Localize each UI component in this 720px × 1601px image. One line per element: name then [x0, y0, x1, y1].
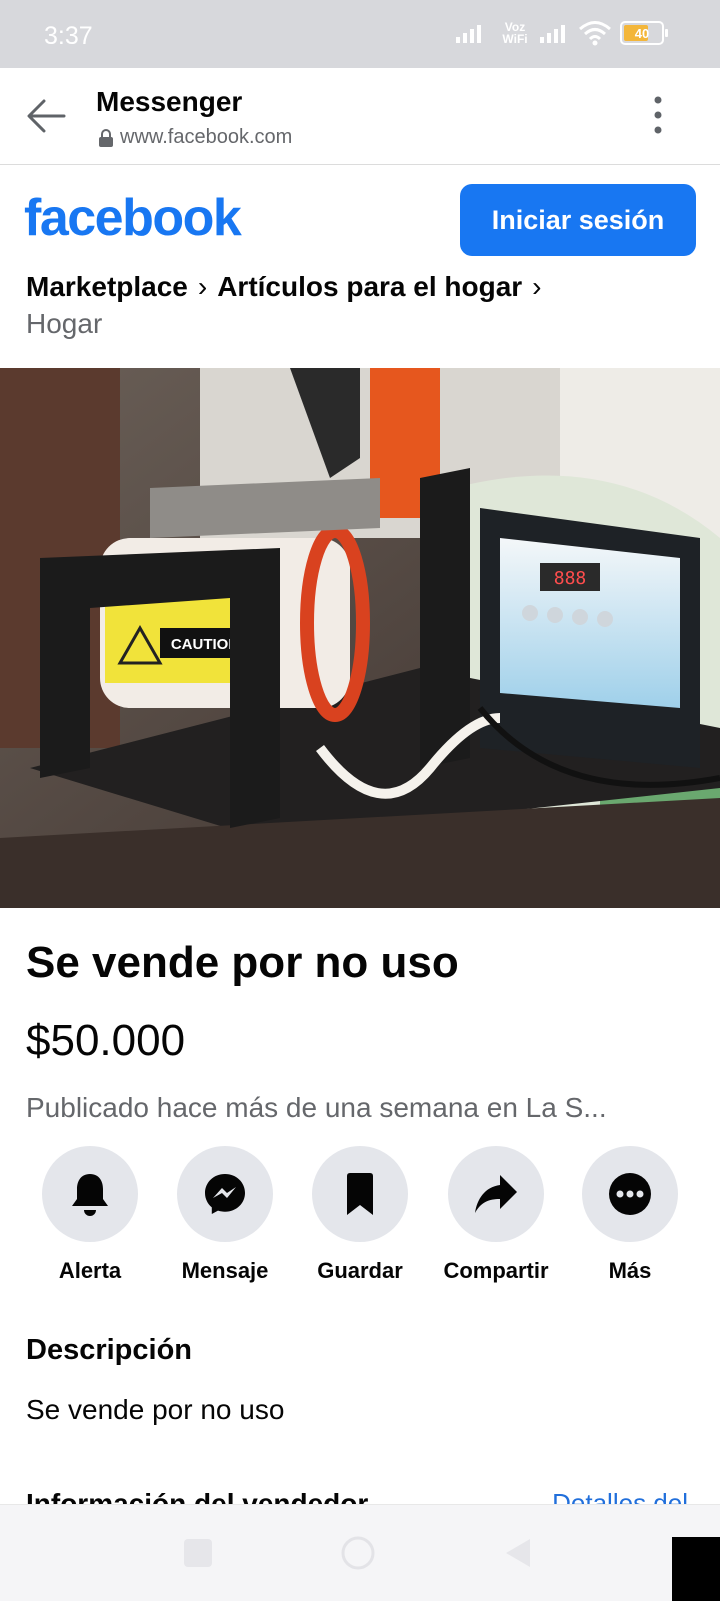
status-bar: 3:37 Voz WiFi 40 — [0, 0, 720, 68]
message-circle[interactable] — [177, 1146, 273, 1242]
breadcrumb-marketplace[interactable]: Marketplace — [26, 271, 188, 302]
caution-label: CAUTION — [171, 636, 239, 653]
back-nav-icon[interactable] — [500, 1535, 536, 1571]
description-text: Se vende por no uso — [26, 1394, 285, 1425]
product-image[interactable]: CAUTION 888 — [0, 368, 720, 908]
more-button[interactable]: Más — [560, 1146, 700, 1284]
description-heading: Descripción — [26, 1334, 192, 1366]
battery-level: 40 — [634, 25, 650, 41]
nav-corner — [672, 1537, 720, 1601]
browser-url[interactable]: www.facebook.com — [98, 126, 292, 149]
listing-title: Se vende por no uso — [26, 938, 459, 987]
save-button[interactable]: Guardar — [290, 1146, 430, 1284]
breadcrumb-separator: › — [197, 271, 208, 302]
alert-circle[interactable] — [42, 1146, 138, 1242]
save-circle[interactable] — [312, 1146, 408, 1242]
listing-price: $50.000 — [26, 1016, 186, 1065]
more-label: Más — [608, 1258, 652, 1283]
browser-bar: Messenger www.facebook.com — [0, 68, 720, 165]
more-circle[interactable] — [582, 1146, 678, 1242]
wifi-icon — [579, 21, 611, 46]
bookmark-icon — [347, 1173, 373, 1215]
action-bar: Alerta Mensaje Guardar Compartir Más — [0, 1146, 720, 1286]
recent-apps-icon[interactable] — [180, 1535, 216, 1571]
bell-icon — [72, 1174, 108, 1216]
share-button[interactable]: Compartir — [426, 1146, 566, 1284]
breadcrumb: Marketplace › Artículos para el hogar › — [26, 266, 706, 308]
listing-published: Publicado hace más de una semana en La S… — [26, 1092, 607, 1123]
breadcrumb-home-goods[interactable]: Artículos para el hogar — [217, 271, 522, 302]
message-button[interactable]: Mensaje — [155, 1146, 295, 1284]
breadcrumb-hogar[interactable]: Hogar — [26, 308, 102, 340]
signal-icon-2 — [540, 25, 565, 43]
save-label: Guardar — [317, 1258, 403, 1283]
alert-button[interactable]: Alerta — [20, 1146, 160, 1284]
messenger-icon — [205, 1174, 245, 1214]
home-icon[interactable] — [340, 1535, 376, 1571]
status-time: 3:37 — [44, 22, 93, 50]
alert-label: Alerta — [58, 1258, 122, 1283]
lock-icon — [99, 128, 113, 147]
breadcrumb-separator: › — [532, 271, 542, 302]
url-text: www.facebook.com — [120, 126, 293, 148]
share-circle[interactable] — [448, 1146, 544, 1242]
more-icon — [609, 1173, 651, 1215]
svg-text:888: 888 — [554, 568, 587, 589]
facebook-logo[interactable]: facebook — [24, 188, 242, 248]
share-label: Compartir — [443, 1258, 549, 1283]
kebab-menu-icon[interactable] — [648, 96, 668, 136]
network-label: Voz WiFi — [502, 20, 528, 46]
login-button[interactable]: Iniciar sesión — [460, 184, 696, 256]
battery-icon: 40 — [620, 21, 668, 45]
fb-header: facebook Iniciar sesión — [0, 170, 720, 260]
share-icon — [475, 1175, 517, 1213]
status-icons: Voz WiFi 40 — [456, 20, 668, 46]
back-arrow-icon[interactable] — [24, 94, 68, 138]
browser-title: Messenger — [96, 86, 243, 117]
message-label: Mensaje — [181, 1258, 269, 1283]
android-nav-bar — [0, 1504, 720, 1601]
signal-icon — [456, 25, 481, 43]
